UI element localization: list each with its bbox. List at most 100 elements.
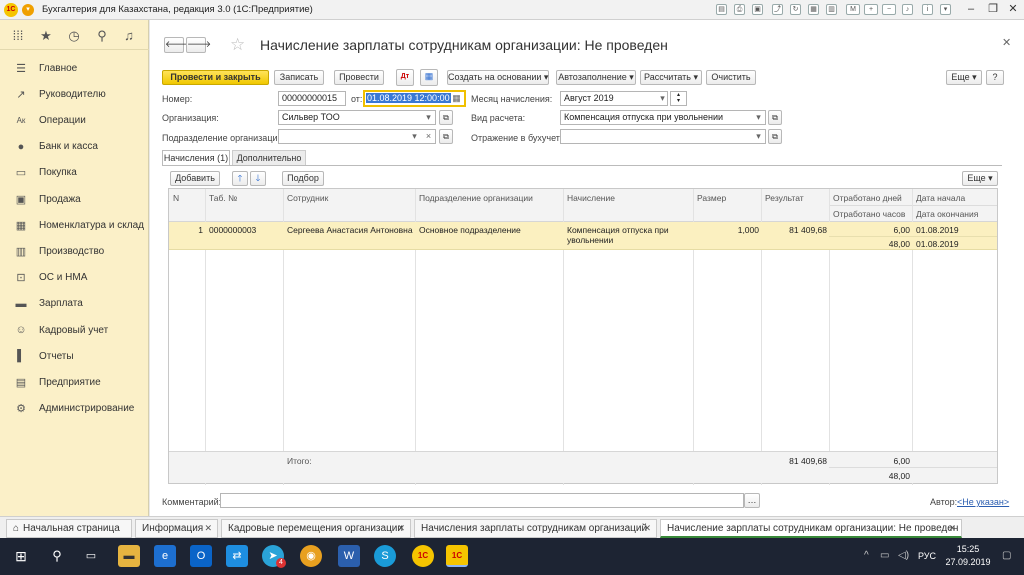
- tab-salary-accrual-document[interactable]: Начисление зарплаты сотрудникам организа…: [660, 519, 962, 538]
- refresh-icon[interactable]: ↻: [790, 4, 801, 15]
- post-button[interactable]: Провести: [334, 70, 384, 85]
- outlook-icon[interactable]: O: [190, 545, 212, 567]
- save-file-icon[interactable]: ▣: [752, 4, 763, 15]
- tab-personnel-transfers[interactable]: Кадровые перемещения организации ✕: [221, 519, 411, 538]
- info-icon[interactable]: i: [922, 4, 933, 15]
- favorites-star-icon[interactable]: ★: [38, 28, 54, 44]
- memory-plus-icon[interactable]: +: [864, 4, 878, 15]
- sidebar-item-2[interactable]: ↗ Руководителю: [0, 81, 149, 107]
- calendar-picker-icon[interactable]: ▦: [450, 91, 463, 106]
- move-up-icon[interactable]: 🡑: [232, 171, 248, 186]
- tab-charges[interactable]: Начисления (1): [162, 150, 230, 166]
- sidebar-item-10[interactable]: ▬ Зарплата: [0, 291, 149, 317]
- department-dropdown-icon[interactable]: ▾: [408, 129, 421, 144]
- sidebar-item-7[interactable]: ▦ Номенклатура и склад: [0, 212, 149, 238]
- 1c-active-icon[interactable]: 1С: [446, 545, 468, 567]
- post-and-close-button[interactable]: Провести и закрыть: [162, 70, 269, 85]
- close-tab-icon[interactable]: ✕: [397, 520, 405, 537]
- calc-type-dropdown-icon[interactable]: ▾: [752, 110, 765, 125]
- windows-start-icon[interactable]: ⊞: [10, 545, 32, 567]
- back-button[interactable]: 🡐: [164, 37, 189, 53]
- navigate-back-icon[interactable]: ▤: [716, 4, 727, 15]
- more-menu-button[interactable]: Еще ▾: [946, 70, 982, 85]
- select-button[interactable]: Подбор: [282, 171, 324, 186]
- calc-type-open-button[interactable]: ⧉: [768, 110, 782, 125]
- word-icon[interactable]: W: [338, 545, 360, 567]
- explorer-icon[interactable]: ▬: [118, 545, 140, 567]
- autofill-button[interactable]: Автозаполнение ▾: [556, 70, 636, 85]
- favorite-star-icon[interactable]: ☆: [230, 35, 245, 55]
- apps-grid-icon[interactable]: ⁞⁞⁞: [10, 28, 26, 44]
- sidebar-item-14[interactable]: ⚙ Администрирование: [0, 396, 149, 422]
- comment-expand-button[interactable]: …: [744, 493, 760, 508]
- table-more-button[interactable]: Еще ▾: [962, 171, 998, 186]
- tab-information[interactable]: Информация ✕: [135, 519, 218, 538]
- number-field[interactable]: 00000000015: [278, 91, 346, 106]
- close-form-icon[interactable]: ✕: [1002, 36, 1011, 49]
- teamviewer-icon[interactable]: ⇄: [226, 545, 248, 567]
- calendar-icon[interactable]: ▦: [808, 4, 819, 15]
- sidebar-item-11[interactable]: ☺ Кадровый учет: [0, 317, 149, 343]
- ledger-entries-icon[interactable]: Дт: [396, 69, 414, 86]
- memory-add-icon[interactable]: M: [846, 4, 860, 15]
- browser-icon[interactable]: ◉: [300, 545, 322, 567]
- link-icon[interactable]: ⤴: [772, 4, 783, 15]
- forward-button[interactable]: 🡒: [186, 37, 211, 53]
- volume-icon[interactable]: ◁): [898, 550, 909, 561]
- help-button[interactable]: ?: [986, 70, 1004, 85]
- move-down-icon[interactable]: 🡓: [250, 171, 266, 186]
- sidebar-item-9[interactable]: ⊡ ОС и НМА: [0, 265, 149, 291]
- task-view-icon[interactable]: ▭: [80, 545, 102, 567]
- dropdown-icon[interactable]: ▾: [940, 4, 951, 15]
- tab-additional[interactable]: Дополнительно: [232, 150, 306, 166]
- sidebar-item-6[interactable]: ▣ Продажа: [0, 186, 149, 212]
- month-dropdown-icon[interactable]: ▾: [656, 91, 669, 106]
- calculate-button[interactable]: Рассчитать ▾: [640, 70, 702, 85]
- tray-chevron-icon[interactable]: ^: [864, 550, 869, 561]
- sidebar-item-3[interactable]: Ак Операции: [0, 107, 149, 133]
- print-icon[interactable]: ⎙: [734, 4, 745, 15]
- close-tab-icon[interactable]: ✕: [948, 520, 956, 537]
- month-spin-button[interactable]: ▴ ▾: [670, 91, 687, 106]
- network-icon[interactable]: ▭: [880, 550, 889, 561]
- accounting-reflect-field[interactable]: [560, 129, 766, 144]
- clear-button[interactable]: Очистить: [706, 70, 756, 85]
- skype-icon[interactable]: S: [374, 545, 396, 567]
- sidebar-item-4[interactable]: ● Банк и касса: [0, 134, 149, 160]
- sidebar-item-8[interactable]: ▥ Производство: [0, 238, 149, 264]
- close-tab-icon[interactable]: ✕: [204, 520, 212, 537]
- calc-type-field[interactable]: Компенсация отпуска при увольнении: [560, 110, 766, 125]
- organization-open-button[interactable]: ⧉: [439, 110, 453, 125]
- main-menu-button[interactable]: ▾: [22, 4, 34, 16]
- edge-icon[interactable]: e: [154, 545, 176, 567]
- language-indicator[interactable]: РУС: [918, 551, 936, 561]
- memory-minus-icon[interactable]: −: [882, 4, 896, 15]
- author-link[interactable]: <Не указан>: [957, 497, 1009, 507]
- sidebar-item-1[interactable]: ☰ Главное: [0, 55, 149, 81]
- reflect-open-button[interactable]: ⧉: [768, 129, 782, 144]
- reflect-dropdown-icon[interactable]: ▾: [752, 129, 765, 144]
- add-row-button[interactable]: Добавить: [170, 171, 220, 186]
- close-tab-icon[interactable]: ✕: [643, 520, 651, 537]
- 1c-icon[interactable]: 1С: [412, 545, 434, 567]
- calculator-icon[interactable]: ▥: [826, 4, 837, 15]
- structure-icon[interactable]: ▦: [420, 69, 438, 86]
- sidebar-item-5[interactable]: ▭ Покупка: [0, 160, 149, 186]
- history-icon[interactable]: ◷: [66, 28, 82, 44]
- create-based-on-button[interactable]: Создать на основании ▾: [447, 70, 549, 85]
- accrual-month-field[interactable]: Август 2019: [560, 91, 668, 106]
- tab-salary-accruals-list[interactable]: Начисления зарплаты сотрудникам организа…: [414, 519, 657, 538]
- organization-field[interactable]: Сильвер ТОО: [278, 110, 436, 125]
- department-open-button[interactable]: ⧉: [439, 129, 453, 144]
- close-window-icon[interactable]: ✕: [1004, 2, 1022, 17]
- minimize-icon[interactable]: –: [962, 2, 980, 17]
- bell-icon[interactable]: ♪: [902, 4, 913, 15]
- organization-dropdown-icon[interactable]: ▾: [422, 110, 435, 125]
- sidebar-item-12[interactable]: ▌ Отчеты: [0, 343, 149, 369]
- notifications-bell-icon[interactable]: ♫: [121, 28, 137, 44]
- action-center-icon[interactable]: ▢: [1002, 550, 1011, 561]
- save-button[interactable]: Записать: [274, 70, 324, 85]
- tab-home-page[interactable]: ⌂ Начальная страница: [6, 519, 132, 538]
- sidebar-item-13[interactable]: ▤ Предприятие: [0, 369, 149, 395]
- search-icon[interactable]: ⚲: [46, 545, 68, 567]
